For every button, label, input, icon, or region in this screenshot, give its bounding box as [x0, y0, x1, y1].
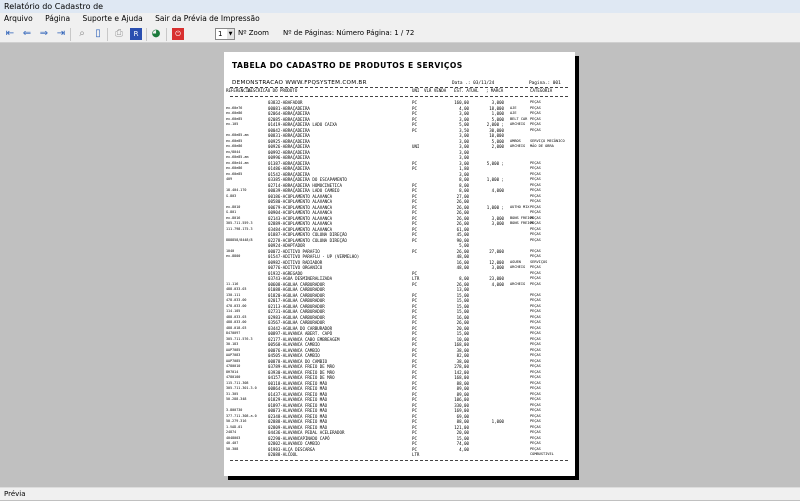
report-title: TABELA DO CADASTRO DE PRODUTOS E SERVIÇO… — [232, 61, 463, 70]
col-est: EST. ATUAL — [454, 88, 479, 93]
col-uni: UNI — [412, 88, 420, 93]
divider — [230, 460, 568, 461]
company-name: DEMONSTRACAO WWW.FPQSYSTEM.COM.BR — [232, 80, 367, 86]
cell-desc: 02088-ALCOOL — [268, 452, 298, 457]
print-icon[interactable]: ⎙ — [113, 28, 125, 40]
table-header: REFERENCIA DESCRICAO DO PRODUTO UNI VLR … — [224, 88, 575, 94]
close-icon[interactable]: ⏻ — [172, 28, 184, 40]
col-vlr: VLR VENDA — [424, 88, 447, 93]
col-desc: DESCRICAO DO PRODUTO — [248, 88, 298, 93]
chevron-down-icon: ▼ — [227, 29, 234, 39]
cell-uni: LTR — [412, 452, 420, 457]
report-page-number: Pagina.: 001 — [529, 81, 561, 86]
export-icon[interactable]: R — [130, 28, 142, 40]
menu-pagina[interactable]: Página — [45, 14, 70, 23]
table-body: 03832-ABAFADOR PC 160,00 3,000 PEÇAS ex-60e76… — [224, 100, 575, 458]
col-ref: REFERENCIA — [226, 88, 251, 93]
col-cat: CATEGORIA — [530, 88, 553, 93]
menu-sair[interactable]: Sair da Prévia de Impressão — [155, 14, 260, 23]
report-date: Data .: 03/11/24 — [452, 81, 495, 86]
zoom-label: Nº Zoom — [238, 29, 269, 37]
first-page-icon[interactable]: ⇤ — [4, 28, 16, 40]
prev-page-icon[interactable]: ⇐ — [21, 28, 33, 40]
status-bar: Prévia — [0, 487, 800, 500]
book-icon[interactable]: ▯ — [92, 28, 104, 40]
window-title: Relatório do Cadastro de — [0, 0, 800, 13]
next-page-icon[interactable]: ⇒ — [38, 28, 50, 40]
table-row: 02088-ALCOOL LTR COMBUSTIVEL — [224, 452, 575, 458]
search-icon[interactable]: ⌕ — [76, 28, 88, 40]
toolbar: ⇤ ⇐ ⇒ ⇥ ⌕ ▯ ⎙ R ◕ ⏻ 1 ▼ Nº Zoom Nº de Pág… — [0, 25, 800, 43]
last-page-icon[interactable]: ⇥ — [55, 28, 67, 40]
zoom-select[interactable]: 1 ▼ — [215, 28, 235, 40]
zoom-value: 1 — [218, 30, 223, 38]
report-page: TABELA DO CADASTRO DE PRODUTOS E SERVIÇO… — [224, 52, 575, 476]
menu-suporte[interactable]: Suporte e Ajuda — [82, 14, 142, 23]
col-marca: ; MARCA — [486, 88, 504, 93]
globe-icon[interactable]: ◕ — [150, 28, 162, 40]
menu-bar: Arquivo Página Suporte e Ajuda Sair da P… — [0, 13, 800, 25]
divider — [230, 96, 568, 97]
page-info: Nº de Páginas: Número Página: 1 / 72 — [283, 29, 415, 37]
cell-cat: COMBUSTIVEL — [530, 452, 554, 456]
menu-arquivo[interactable]: Arquivo — [4, 14, 33, 23]
